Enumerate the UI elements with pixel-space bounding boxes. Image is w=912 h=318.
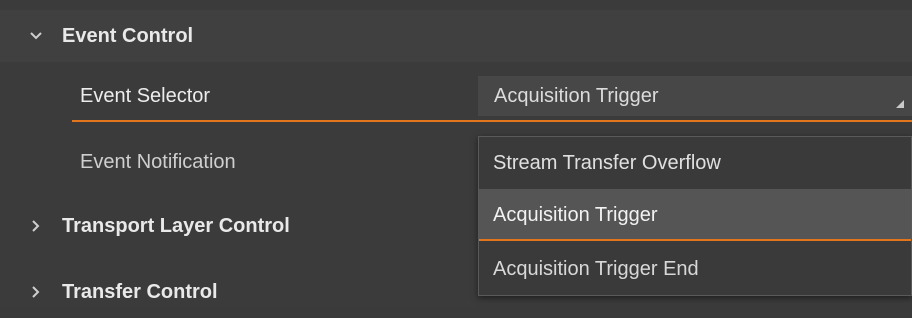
dropdown-corner-icon bbox=[896, 100, 904, 108]
chevron-down-icon[interactable] bbox=[22, 31, 50, 41]
event-selector-label: Event Selector bbox=[80, 85, 211, 107]
event-selector-combobox[interactable]: Acquisition Trigger bbox=[478, 76, 912, 116]
selected-row-underline bbox=[72, 120, 912, 122]
event-selector-dropdown-list: Stream Transfer Overflow Acquisition Tri… bbox=[478, 136, 912, 296]
dropdown-option-selected[interactable]: Acquisition Trigger bbox=[479, 189, 911, 241]
event-selector-row: Event Selector Acquisition Trigger bbox=[72, 70, 912, 122]
section-title: Transport Layer Control bbox=[62, 214, 290, 237]
dropdown-option[interactable]: Stream Transfer Overflow bbox=[479, 137, 911, 189]
chevron-right-icon[interactable] bbox=[22, 219, 50, 233]
section-title: Event Control bbox=[62, 24, 194, 47]
event-notification-label: Event Notification bbox=[80, 151, 236, 173]
section-event-control[interactable]: Event Control bbox=[0, 10, 912, 62]
section-title: Transfer Control bbox=[62, 280, 218, 303]
event-selector-value: Acquisition Trigger bbox=[494, 85, 659, 107]
dropdown-option[interactable]: Acquisition Trigger End bbox=[479, 243, 911, 295]
chevron-right-icon[interactable] bbox=[22, 285, 50, 299]
property-panel: Event Control Event Selector Acquisition… bbox=[0, 0, 912, 307]
